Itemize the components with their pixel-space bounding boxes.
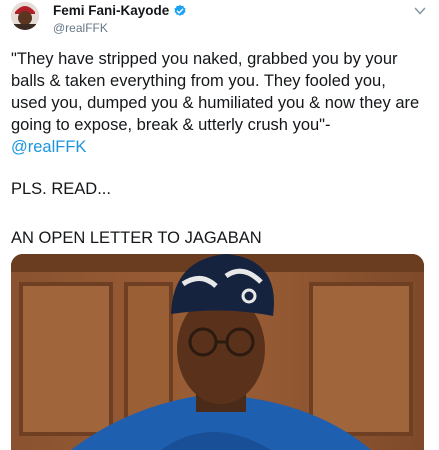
tweet-text: "They have stripped you naked, grabbed y… [11, 48, 421, 158]
author-name[interactable]: Femi Fani-Kayode [53, 3, 169, 18]
chevron-down-icon[interactable] [413, 4, 427, 18]
avatar[interactable] [11, 2, 39, 30]
mention-link[interactable]: @realFFK [11, 138, 86, 156]
tweet-card: Femi Fani-Kayode @realFFK "They have str… [0, 0, 439, 450]
verified-badge-icon [174, 4, 186, 16]
tweet-text-line-2: PLS. READ... [11, 180, 111, 198]
author-name-line[interactable]: Femi Fani-Kayode [53, 3, 187, 18]
author-handle[interactable]: @realFFK [53, 21, 108, 35]
tweet-photo[interactable] [11, 254, 424, 450]
tweet-text-line-3: AN OPEN LETTER TO JAGABAN [11, 229, 262, 247]
quote-text: "They have stripped you naked, grabbed y… [11, 50, 420, 134]
